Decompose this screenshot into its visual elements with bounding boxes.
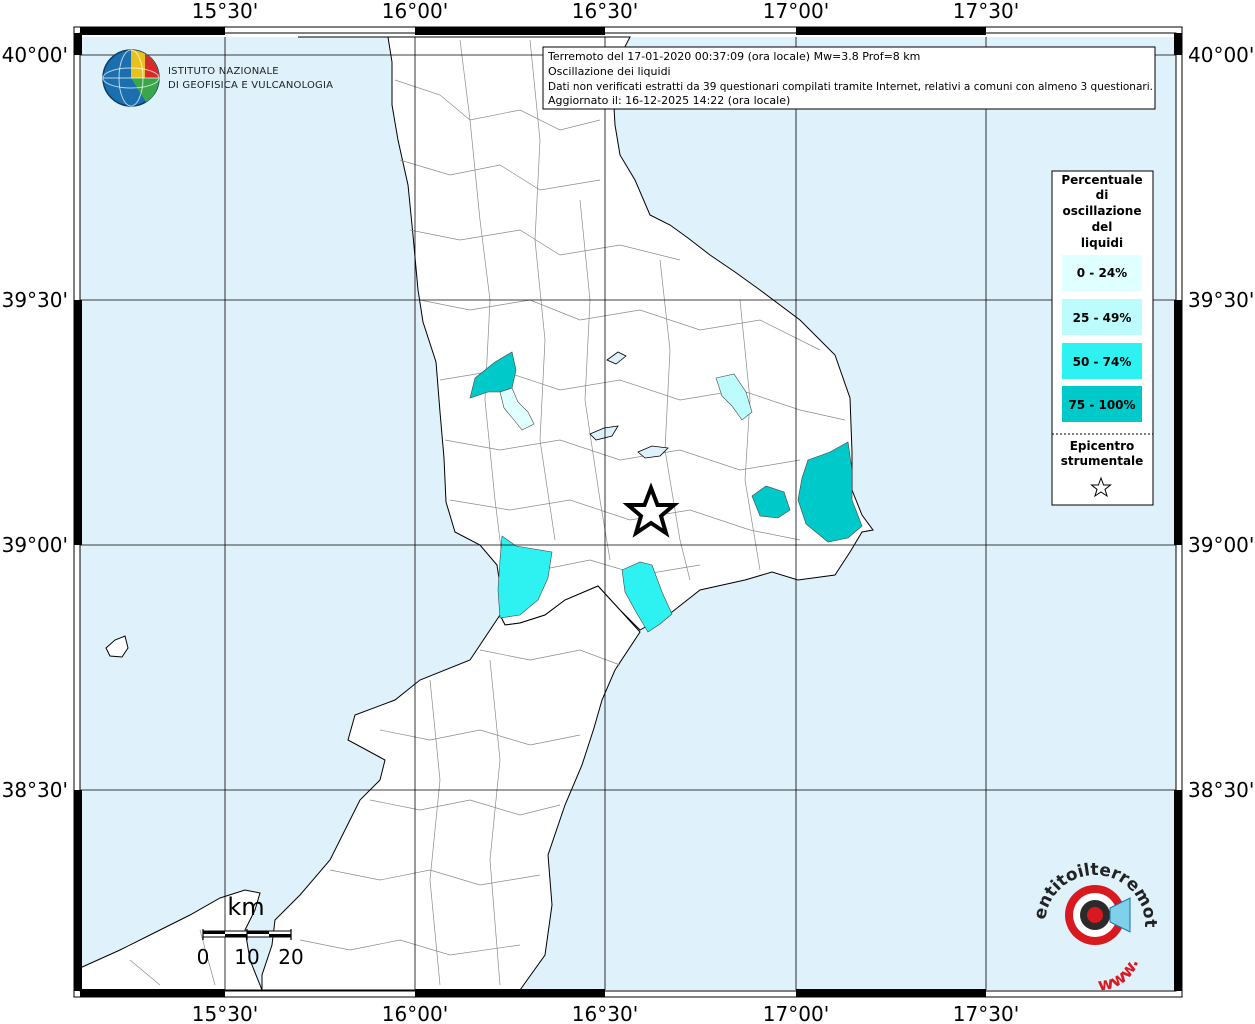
lon-label: 17°00'	[763, 0, 829, 23]
lat-label: 39°00'	[2, 533, 68, 557]
lon-label: 16°30'	[572, 0, 638, 23]
scale-label: 0	[197, 945, 210, 969]
lat-label: 40°00'	[1188, 43, 1254, 67]
info-box: Terremoto del 17-01-2020 00:37:09 (ora l…	[542, 46, 1156, 110]
lat-label: 39°30'	[2, 288, 68, 312]
intensity-map: 15°30' 16°00' 16°30' 17°00' 17°30' 15°30…	[0, 0, 1254, 1024]
legend-class-label: 0 - 24%	[1077, 266, 1127, 280]
legend-epicenter-line: strumentale	[1061, 454, 1144, 468]
lat-label: 40°00'	[2, 43, 68, 67]
lat-label: 38°30'	[2, 778, 68, 802]
update-time: Aggiornato il: 16-12-2025 14:22 (ora loc…	[548, 94, 790, 107]
latitude-labels-right: 40°00' 39°30' 39°00' 38°30'	[1188, 43, 1254, 802]
lon-label: 17°00'	[763, 1002, 829, 1024]
lat-label: 39°00'	[1188, 533, 1254, 557]
scale-label: 20	[278, 945, 303, 969]
legend-title-line: del	[1092, 220, 1113, 234]
lon-label: 17°30'	[953, 0, 1019, 23]
scale-unit: km	[227, 893, 264, 921]
legend-class-label: 75 - 100%	[1068, 398, 1135, 412]
legend-class-label: 25 - 49%	[1073, 311, 1132, 325]
legend-class-label: 50 - 74%	[1073, 355, 1132, 369]
legend-title-line: liquidi	[1081, 236, 1123, 250]
globe-icon	[102, 49, 160, 107]
legend-title-line: oscillazione	[1063, 204, 1142, 218]
legend: Percentuale di oscillazione del liquidi …	[1051, 170, 1154, 506]
logo-line1: ISTITUTO NAZIONALE	[168, 66, 279, 77]
lon-label: 16°00'	[382, 1002, 448, 1024]
lon-label: 16°30'	[572, 1002, 638, 1024]
legend-title-line: Percentuale	[1061, 173, 1142, 187]
data-note: Dati non verificati estratti da 39 quest…	[548, 80, 1153, 93]
logo-line2: DI GEOFISICA E VULCANOLOGIA	[168, 80, 333, 91]
longitude-labels-bottom: 15°30' 16°00' 16°30' 17°00' 17°30'	[192, 1002, 1019, 1024]
lon-label: 15°30'	[192, 1002, 258, 1024]
latitude-labels-left: 40°00' 39°30' 39°00' 38°30'	[2, 43, 68, 802]
event-info: Terremoto del 17-01-2020 00:37:09 (ora l…	[547, 50, 920, 63]
lat-label: 38°30'	[1188, 778, 1254, 802]
legend-title-line: di	[1096, 188, 1109, 202]
lon-label: 17°30'	[953, 1002, 1019, 1024]
scale-label: 10	[234, 945, 259, 969]
lat-label: 39°30'	[1188, 288, 1254, 312]
lon-label: 16°00'	[382, 0, 448, 23]
lon-label: 15°30'	[192, 0, 258, 23]
legend-epicenter-line: Epicentro	[1070, 439, 1135, 453]
map-subject: Oscillazione dei liquidi	[548, 65, 671, 78]
longitude-labels-top: 15°30' 16°00' 16°30' 17°00' 17°30'	[192, 0, 1019, 23]
